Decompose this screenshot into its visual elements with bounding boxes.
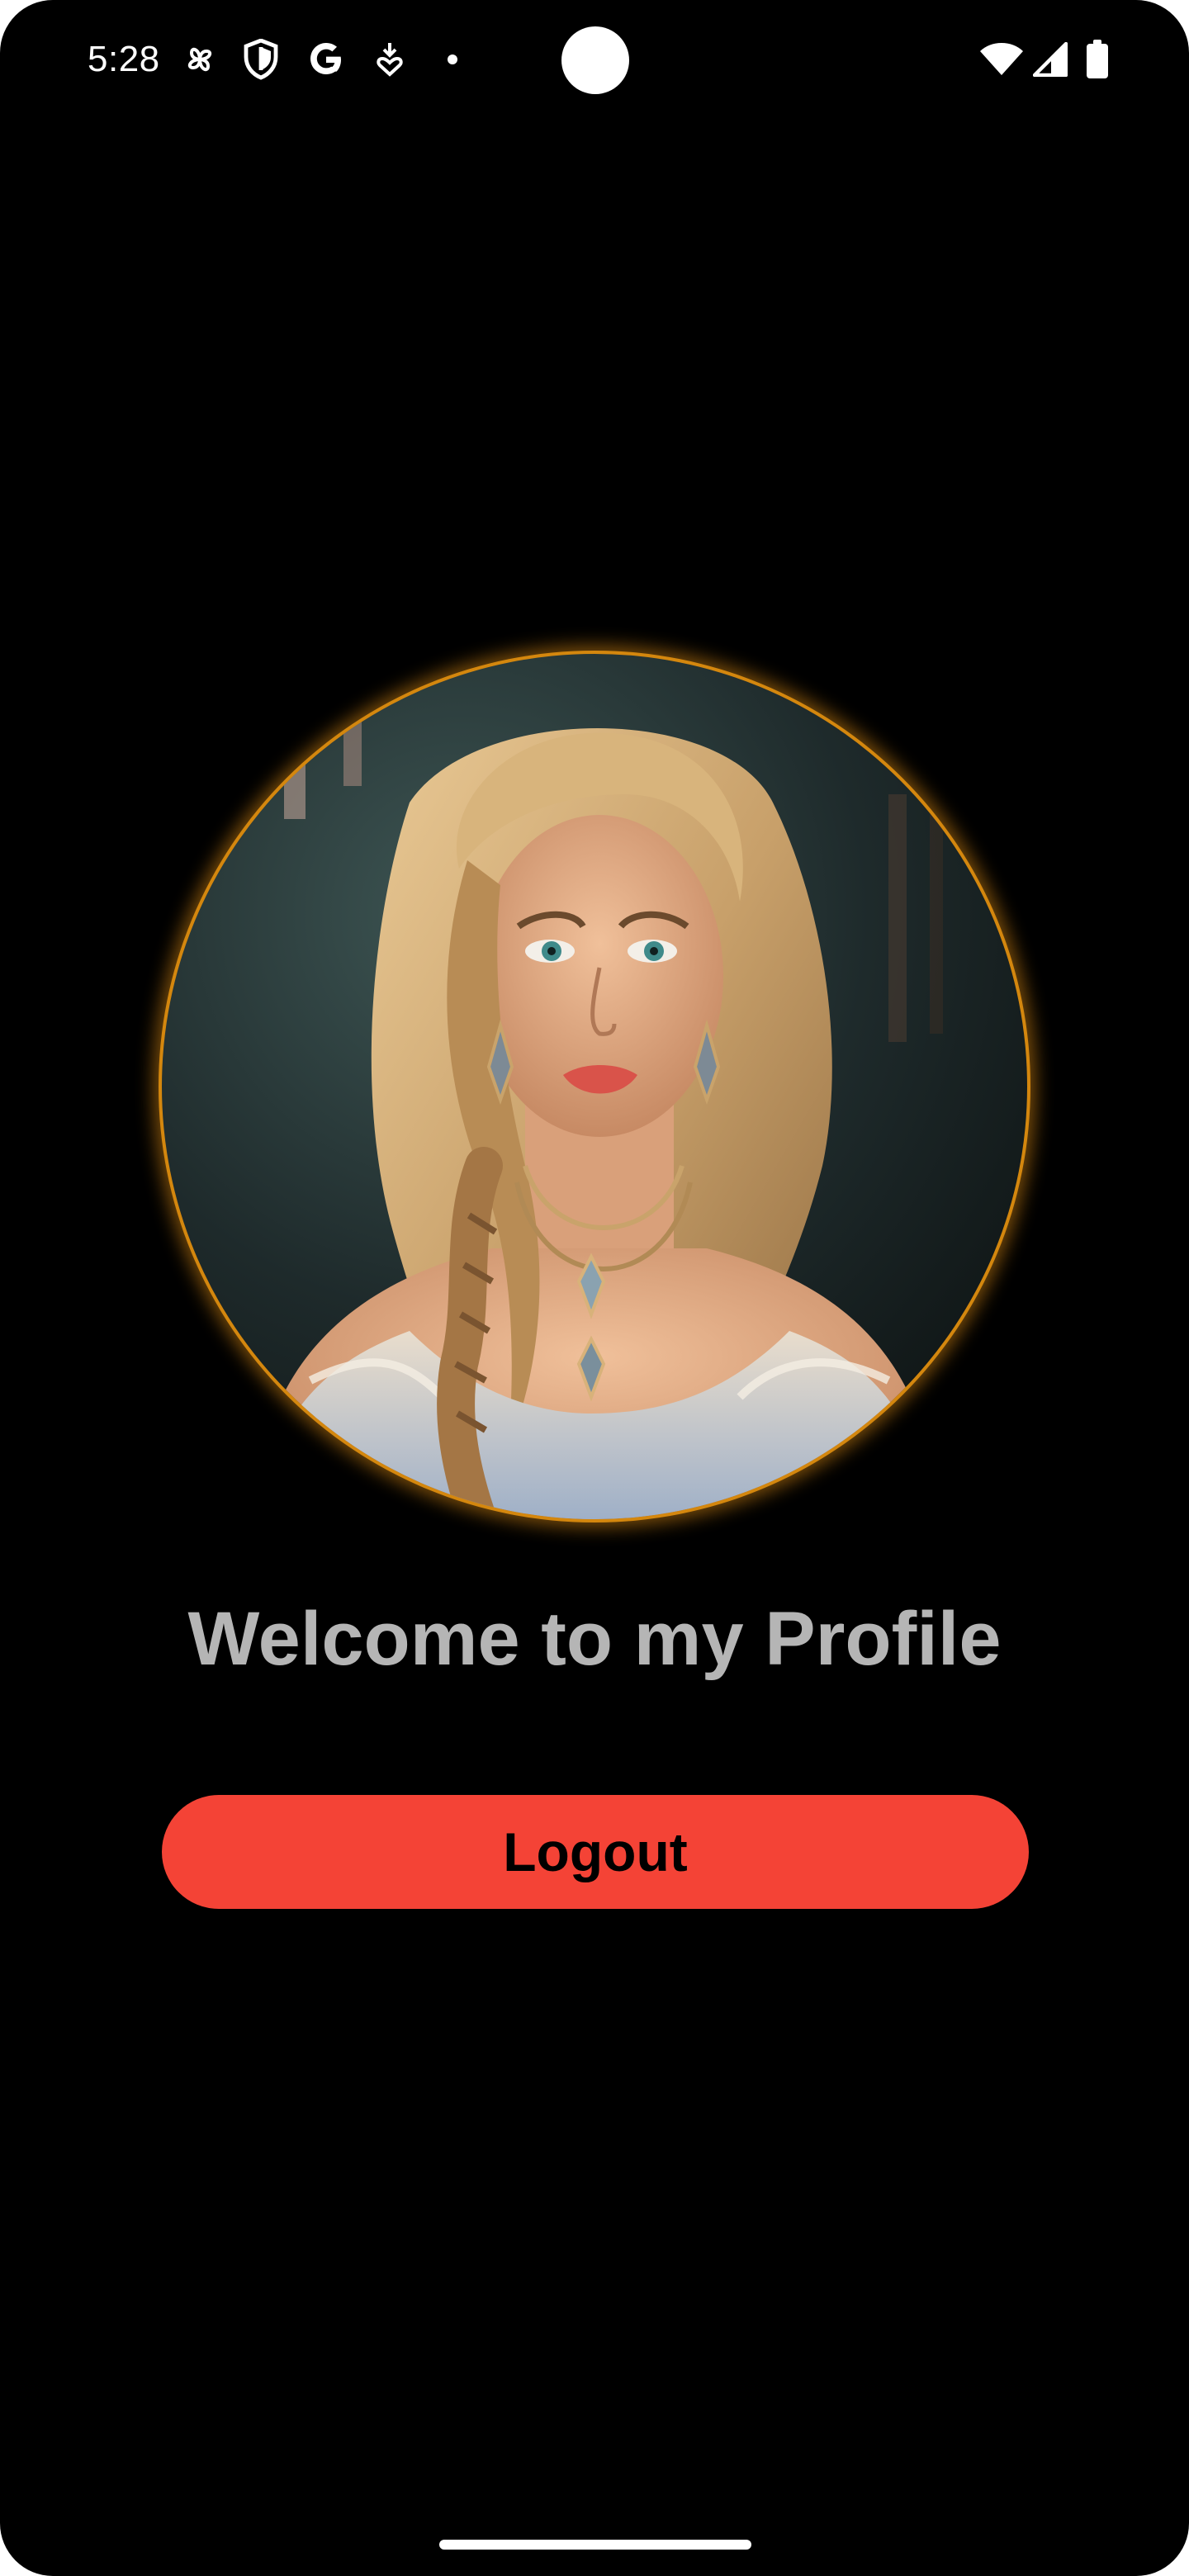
status-time: 5:28 [88, 39, 160, 79]
wifi-icon [979, 36, 1024, 83]
status-bar: 5:28 [0, 0, 1189, 124]
pinwheel-icon [178, 36, 221, 83]
profile-avatar [159, 651, 1030, 1522]
download-heart-icon [373, 36, 406, 83]
welcome-heading: Welcome to my Profile [187, 1597, 1002, 1681]
shield-icon [243, 36, 279, 83]
logout-button[interactable]: Logout [162, 1795, 1029, 1909]
notification-dot-icon [444, 36, 461, 83]
gesture-navigation-bar[interactable] [439, 2540, 751, 2550]
front-camera-cutout [561, 26, 629, 94]
google-g-icon [306, 36, 347, 83]
app-screen: 5:28 Welcome to my Profile Logout [0, 0, 1189, 2576]
battery-icon [1085, 36, 1110, 83]
logout-button-label: Logout [503, 1821, 688, 1882]
profile-portrait-image [162, 654, 1027, 1519]
cellular-signal-icon [1032, 36, 1068, 83]
